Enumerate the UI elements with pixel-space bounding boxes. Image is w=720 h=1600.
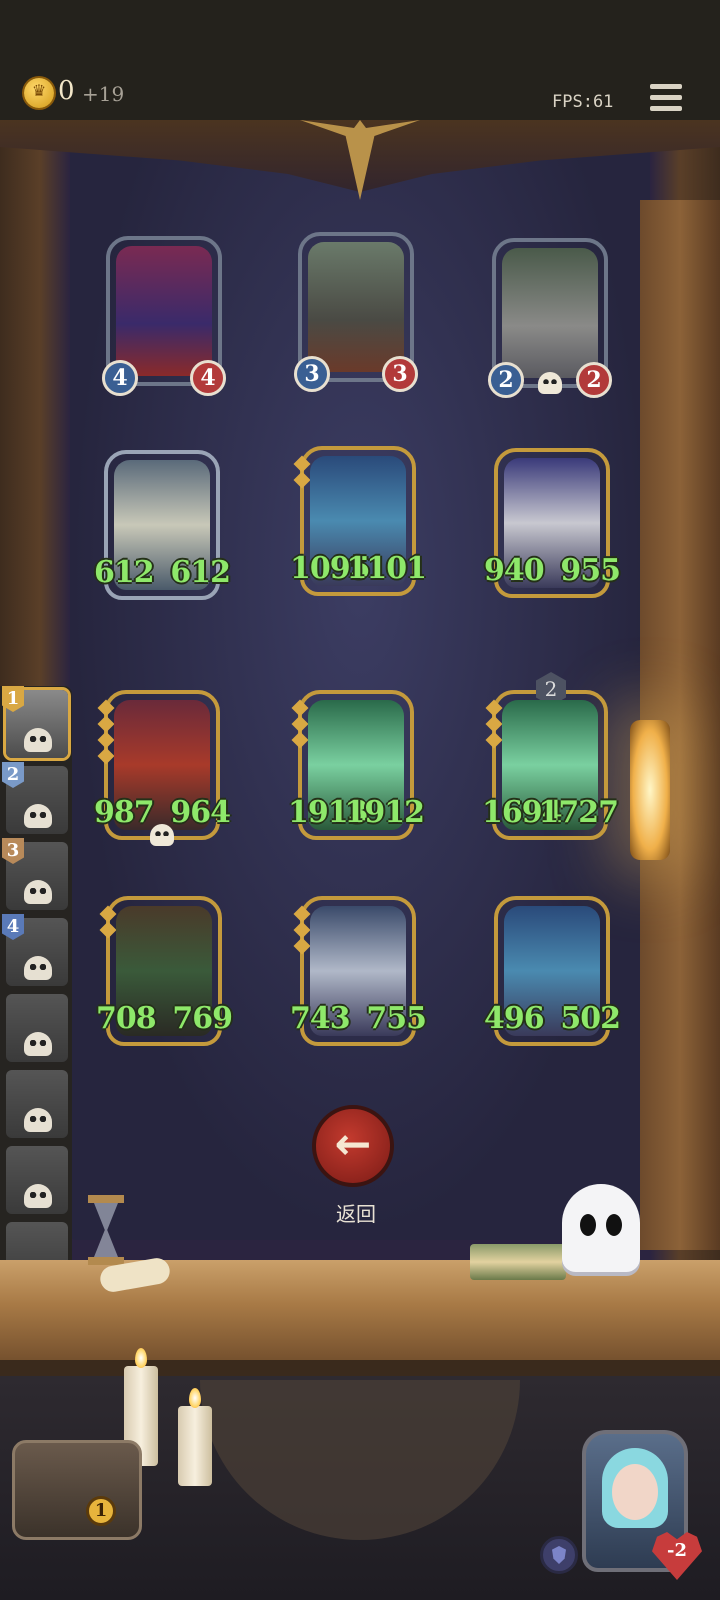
menu-icon[interactable]	[650, 84, 682, 118]
hourglass-icon	[88, 1195, 124, 1265]
player-slot[interactable]	[6, 1146, 68, 1214]
board-card[interactable]: 743 755	[290, 896, 427, 1046]
health-value: 955	[560, 553, 621, 588]
rank-badge: 1	[2, 686, 24, 712]
treasure-chest-icon[interactable]	[12, 1440, 142, 1540]
health-value: 769	[172, 1001, 233, 1036]
board-card[interactable]: 1095 1101	[290, 446, 427, 596]
board-card[interactable]: 708 769	[96, 896, 233, 1046]
shop-card[interactable]: 2 2	[488, 238, 612, 398]
health-badge: 4	[190, 360, 226, 396]
candle-decoration	[178, 1406, 212, 1486]
skull-icon	[24, 728, 52, 752]
skull-icon	[24, 1184, 52, 1208]
health-badge: 3	[382, 356, 418, 392]
player-slot[interactable]: 4	[2, 914, 68, 986]
flame-decoration	[189, 1388, 201, 1408]
attack-badge: 2	[488, 362, 524, 398]
skull-icon	[24, 956, 52, 980]
rank-badge: 3	[2, 838, 24, 864]
skull-icon	[24, 1108, 52, 1132]
rank-badge: 2	[2, 762, 24, 788]
player-slot[interactable]: 3	[2, 838, 68, 910]
health-badge: 2	[576, 362, 612, 398]
attack-value: 708	[96, 1001, 157, 1036]
attack-badge: 3	[294, 356, 330, 392]
attack-value: 496	[484, 1001, 545, 1036]
shop-card[interactable]: 4 4	[102, 236, 226, 396]
chest-count: 1	[86, 1496, 116, 1526]
attack-value: 743	[290, 1001, 351, 1036]
attack-value: 987	[94, 795, 155, 830]
attack-value: 940	[484, 553, 545, 588]
player-slot[interactable]: 2	[2, 762, 68, 834]
board-card[interactable]: 2 1694 1727	[482, 672, 619, 840]
gold-income: +19	[82, 82, 125, 106]
player-slot[interactable]	[6, 1070, 68, 1138]
board-card[interactable]: 612 612	[94, 450, 231, 600]
player-slot[interactable]	[6, 994, 68, 1062]
shop-card[interactable]: 3 3	[294, 232, 418, 392]
health-value: 502	[560, 1001, 621, 1036]
lamp-decoration	[630, 720, 670, 860]
health-value: 1101	[346, 551, 427, 586]
player-slot[interactable]: 1	[2, 686, 68, 758]
attack-value: 612	[94, 555, 155, 590]
gold-amount: 0	[58, 76, 75, 106]
attack-badge: 4	[102, 360, 138, 396]
books-decoration	[470, 1244, 566, 1280]
health-value: 1912	[344, 795, 425, 830]
back-button[interactable]	[312, 1105, 394, 1187]
back-label[interactable]: 返回	[320, 1198, 392, 1227]
health-value: 1727	[538, 795, 619, 830]
flame-decoration	[135, 1348, 147, 1368]
skull-icon	[24, 804, 52, 828]
gold-coin-icon	[24, 78, 54, 108]
board-card[interactable]: 1913 1912	[288, 690, 425, 840]
health-value: 755	[366, 1001, 427, 1036]
board-card[interactable]: 496 502	[484, 896, 621, 1046]
skull-icon	[24, 880, 52, 904]
health-value: 964	[170, 795, 231, 830]
armor-icon	[540, 1536, 578, 1574]
ghost-mascot[interactable]	[562, 1184, 640, 1272]
board-card[interactable]: 940 955	[484, 448, 621, 598]
fps-counter: FPS:61	[552, 92, 614, 112]
table-edge	[0, 1360, 720, 1376]
hero-health: -2	[667, 1540, 687, 1561]
skull-icon	[538, 372, 562, 394]
skull-icon	[24, 1032, 52, 1056]
rank-badge: 4	[2, 914, 24, 940]
board-card[interactable]: 987 964	[94, 690, 231, 846]
health-value: 612	[170, 555, 231, 590]
